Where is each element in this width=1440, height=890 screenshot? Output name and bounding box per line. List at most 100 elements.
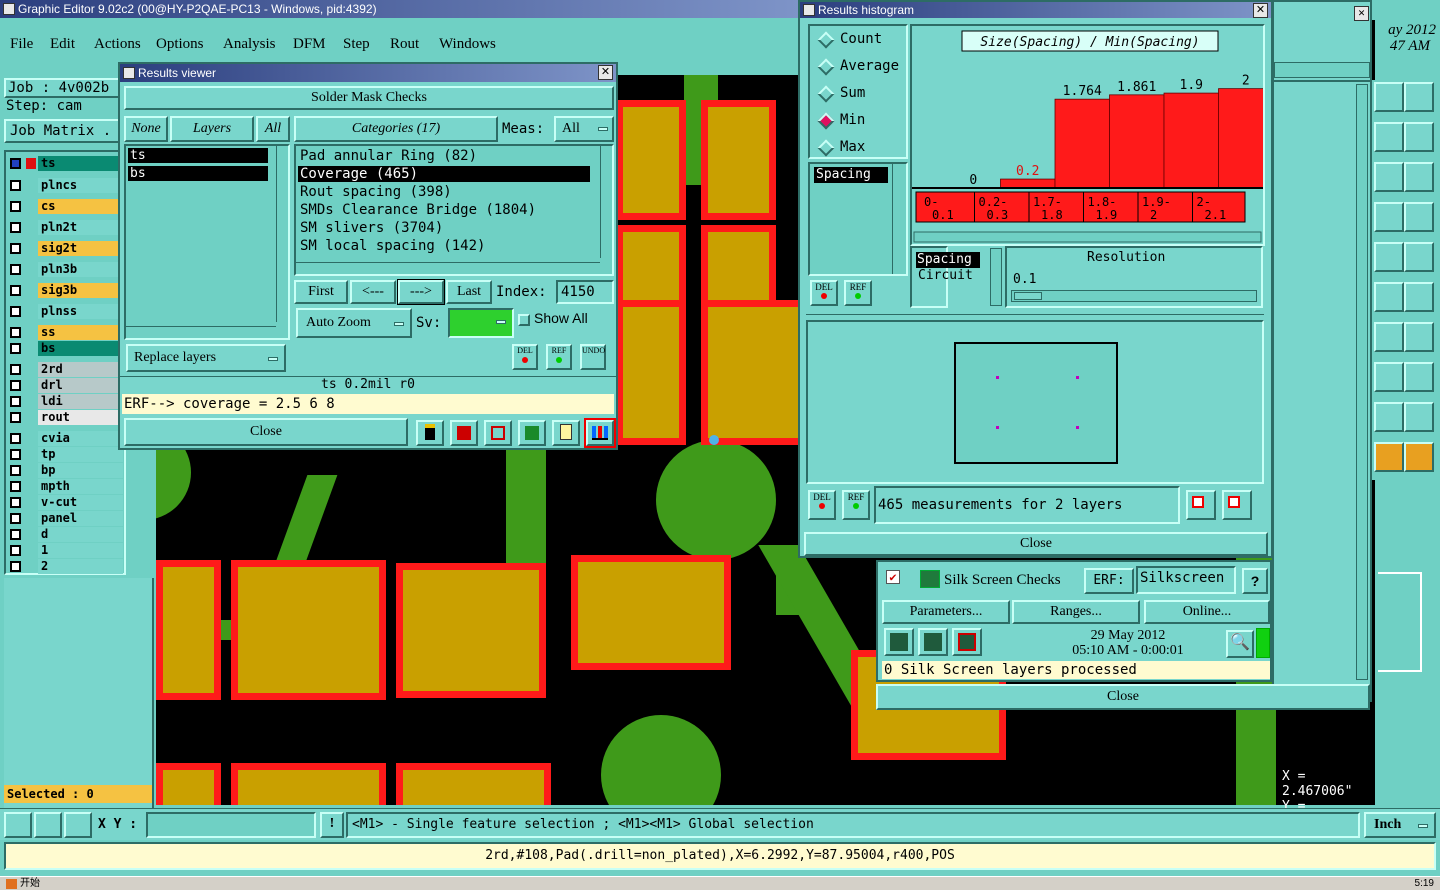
categories-button[interactable]: Categories (17) <box>294 116 498 142</box>
menu-edit[interactable]: Edit <box>50 36 75 53</box>
layer-row-ldi[interactable]: ldi <box>8 394 123 409</box>
layout-icon[interactable] <box>1404 82 1434 112</box>
shapes-icon[interactable] <box>1404 362 1434 392</box>
move-icon[interactable] <box>1374 362 1404 392</box>
mode-radio-sum[interactable] <box>817 85 835 103</box>
layer-row-sig2t[interactable]: sig2t <box>8 241 123 256</box>
category-item[interactable]: Rout spacing (398) <box>298 184 452 200</box>
layer-row-d[interactable]: d <box>8 527 123 542</box>
prev-button[interactable]: <--- <box>350 280 396 304</box>
preview-ref-button[interactable]: REF <box>842 490 870 520</box>
layer-checkbox[interactable] <box>10 306 21 317</box>
silk-stop-icon[interactable] <box>952 628 982 656</box>
layer-checkbox[interactable] <box>10 201 21 212</box>
layer-checkbox[interactable] <box>10 285 21 296</box>
chart-scrollbar[interactable] <box>913 231 1262 243</box>
layer-row-v-cut[interactable]: v-cut <box>8 495 123 510</box>
param-item-circuit[interactable]: Circuit <box>918 268 973 283</box>
menu-options[interactable]: Options <box>156 36 204 53</box>
layer-row-tp[interactable]: tp <box>8 447 123 462</box>
replace-layers-dropdown[interactable]: Replace layers <box>126 344 286 372</box>
silk-erf-button[interactable]: ERF: <box>1084 568 1134 594</box>
layer-row-plncs[interactable]: plncs <box>8 178 123 193</box>
param-scrollbar[interactable] <box>990 248 1002 306</box>
silk-online-button[interactable]: Online... <box>1144 600 1270 624</box>
layer-row-cs[interactable]: cs <box>8 199 123 214</box>
param-item-spacing[interactable]: Spacing <box>916 252 980 268</box>
layer-row-2[interactable]: 2 <box>8 559 123 574</box>
category-item[interactable]: SM local spacing (142) <box>298 238 485 254</box>
layers-all-button[interactable]: All <box>256 116 290 142</box>
snap-icon[interactable] <box>1374 282 1404 312</box>
layer-row-cvia[interactable]: cvia <box>8 431 123 446</box>
mode-radio-min[interactable] <box>817 112 835 130</box>
step-icon[interactable] <box>1374 162 1404 192</box>
rv-close-button[interactable]: Close <box>124 418 408 446</box>
select-tool-icon[interactable] <box>4 812 32 838</box>
ruler-icon[interactable] <box>1374 242 1404 272</box>
first-button[interactable]: First <box>294 280 348 304</box>
histogram-bar[interactable] <box>1109 94 1165 189</box>
silk-run-icon[interactable] <box>884 628 914 656</box>
layer-checkbox[interactable] <box>10 364 21 375</box>
result-layer-ts[interactable]: ts <box>128 148 268 163</box>
rv-ref-button[interactable]: REF <box>546 344 572 370</box>
layer-checkbox[interactable] <box>10 481 21 492</box>
layer-checkbox[interactable] <box>10 222 21 233</box>
layer-row-pln2t[interactable]: pln2t <box>8 220 123 235</box>
rv-ref-delete-icon[interactable] <box>484 420 512 446</box>
arc-icon[interactable] <box>1374 322 1404 352</box>
xy-input[interactable] <box>146 812 316 838</box>
circle-icon[interactable] <box>1404 242 1434 272</box>
layer-checkbox[interactable] <box>10 513 21 524</box>
flip-icon[interactable] <box>1404 322 1434 352</box>
rv-layer-icon[interactable] <box>450 420 478 446</box>
layer-checkbox[interactable] <box>10 396 21 407</box>
layer-row-ts[interactable]: ts <box>8 156 123 171</box>
route-icon[interactable] <box>1374 402 1404 432</box>
histogram-close-button[interactable]: Close <box>804 532 1268 556</box>
category-item[interactable]: Coverage (465) <box>298 166 590 182</box>
layer-checkbox[interactable] <box>10 343 21 354</box>
layer-checkbox[interactable] <box>10 158 21 169</box>
menu-actions[interactable]: Actions <box>94 36 141 53</box>
layer-checkbox[interactable] <box>10 264 21 275</box>
sv-color-dropdown[interactable] <box>448 308 514 338</box>
info-button[interactable]: ! <box>320 812 344 838</box>
resolution-slider[interactable] <box>1011 290 1257 302</box>
layer-checkbox[interactable] <box>10 497 21 508</box>
layer-checkbox[interactable] <box>10 412 21 423</box>
layer-row-panel[interactable]: panel <box>8 511 123 526</box>
layer-row-1[interactable]: 1 <box>8 543 123 558</box>
layer-checkbox[interactable] <box>10 465 21 476</box>
layer-checkbox[interactable] <box>10 380 21 391</box>
layer-checkbox[interactable] <box>10 449 21 460</box>
layer-row-ss[interactable]: ss <box>8 325 123 340</box>
layer-checkbox[interactable] <box>10 433 21 444</box>
next-button[interactable]: ---> <box>397 279 445 305</box>
job-matrix-button[interactable]: Job Matrix . <box>4 119 124 143</box>
menu-windows[interactable]: Windows <box>439 36 496 53</box>
layer-checkbox[interactable] <box>10 180 21 191</box>
meas-dropdown[interactable]: All <box>554 116 614 142</box>
last-button[interactable]: Last <box>446 280 492 304</box>
layer-checkbox[interactable] <box>10 561 21 572</box>
units-dropdown[interactable]: Inch <box>1364 812 1436 838</box>
histogram-ref-button[interactable]: REF <box>844 280 872 306</box>
layer-row-sig3b[interactable]: sig3b <box>8 283 123 298</box>
histogram-close-icon[interactable]: ✕ <box>1253 3 1268 18</box>
silk-close-button[interactable]: Close <box>876 684 1370 710</box>
zoom-frame-alt-button[interactable] <box>1222 490 1252 520</box>
category-hscrollbar[interactable] <box>296 262 600 274</box>
rv-undo-button[interactable]: UNDO <box>580 344 606 370</box>
silk-erf-field[interactable]: Silkscreen <box>1136 566 1236 594</box>
silk-run-all-icon[interactable] <box>918 628 948 656</box>
histogram-del-button[interactable]: DEL <box>810 280 838 306</box>
silk-parameters-button[interactable]: Parameters... <box>882 600 1010 624</box>
show-all-checkbox[interactable] <box>518 314 530 326</box>
pointer-alt-icon[interactable] <box>1404 442 1434 472</box>
menu-dfm[interactable]: DFM <box>293 36 326 53</box>
layer-row-bp[interactable]: bp <box>8 463 123 478</box>
layer-checkbox[interactable] <box>10 545 21 556</box>
mode-radio-average[interactable] <box>817 58 835 76</box>
